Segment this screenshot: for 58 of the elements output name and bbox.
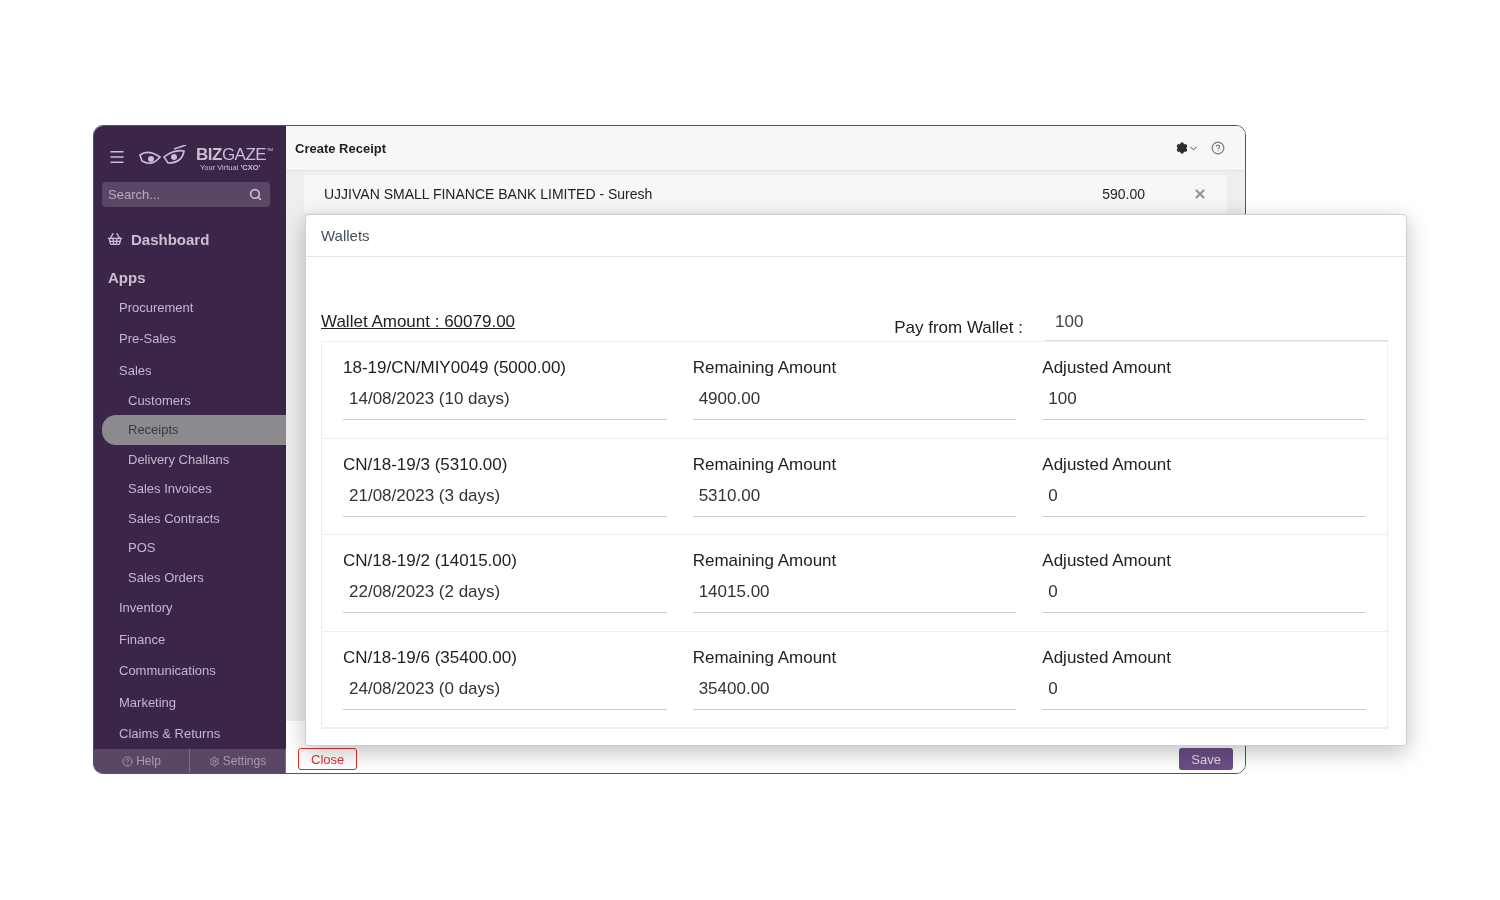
settings-icon[interactable] xyxy=(1176,142,1188,154)
nav-subitem[interactable]: POS xyxy=(94,533,286,563)
field-label: Remaining Amount xyxy=(692,357,838,379)
field-label: Adjusted Amount xyxy=(1042,453,1172,476)
credit-note-ref: 18-19/CN/MIY0049 (5000.00) xyxy=(343,357,568,379)
nav-item[interactable]: Procurement xyxy=(94,291,286,323)
customer-name: UJJIVAN SMALL FINANCE BANK LIMITED - Suresh xyxy=(324,186,653,202)
help-icon xyxy=(122,755,134,767)
nav-item[interactable]: Claims & Returns xyxy=(94,717,286,750)
nav-item[interactable]: Finance xyxy=(94,623,286,655)
date-field[interactable]: 14/08/2023 (10 days) xyxy=(343,386,667,420)
date-field[interactable]: 24/08/2023 (0 days) xyxy=(343,675,667,710)
nav-item[interactable]: Inventory xyxy=(94,592,286,624)
help-icon[interactable] xyxy=(1211,141,1225,155)
date-field[interactable]: 21/08/2023 (3 days) xyxy=(343,482,667,517)
nav-item[interactable]: Pre-Sales xyxy=(94,322,286,355)
credit-note-ref: CN/18-19/2 (14015.00) xyxy=(343,550,518,572)
date-field[interactable]: 22/08/2023 (2 days) xyxy=(343,579,667,613)
nav-subitem[interactable]: Sales Orders xyxy=(94,562,286,592)
window-title: Create Receipt xyxy=(295,140,387,156)
nav-subitem[interactable]: Sales Invoices xyxy=(94,474,286,504)
remaining-amount-field[interactable]: 4900.00 xyxy=(692,386,1017,420)
adjusted-amount-field[interactable]: 100 xyxy=(1042,386,1366,420)
nav-subitem[interactable]: Customers xyxy=(94,385,286,416)
search-box[interactable]: Search... xyxy=(102,181,270,207)
pay-from-wallet-label: Pay from Wallet : xyxy=(894,318,1023,338)
search-icon[interactable] xyxy=(249,187,262,201)
remaining-amount-field[interactable]: 14015.00 xyxy=(692,579,1017,613)
field-label: Remaining Amount xyxy=(692,646,838,669)
save-button[interactable]: Save xyxy=(1179,748,1233,770)
field-label: Adjusted Amount xyxy=(1042,357,1172,379)
remaining-amount-field[interactable]: 35400.00 xyxy=(692,675,1017,710)
field-label: Adjusted Amount xyxy=(1042,550,1172,572)
customer-amount: 590.00 xyxy=(1102,186,1145,202)
credit-note-ref: CN/18-19/6 (35400.00) xyxy=(343,646,518,669)
gear-icon xyxy=(208,755,220,767)
close-icon[interactable] xyxy=(1193,187,1207,201)
close-button[interactable]: Close xyxy=(298,748,358,770)
credit-note-ref: CN/18-19/3 (5310.00) xyxy=(343,453,509,476)
nav-subitem[interactable]: Delivery Challans xyxy=(94,444,286,475)
nav-item[interactable]: Marketing xyxy=(94,686,286,718)
nav-item[interactable]: Dashboard xyxy=(131,230,210,248)
nav-subitem[interactable]: Sales Contracts xyxy=(94,503,286,534)
field-label: Adjusted Amount xyxy=(1042,646,1172,669)
adjusted-amount-field[interactable]: 0 xyxy=(1042,579,1366,613)
remaining-amount-field[interactable]: 5310.00 xyxy=(692,482,1017,517)
dialog-title: Wallets xyxy=(321,227,370,244)
wallet-amount-link[interactable]: Wallet Amount : 60079.00 xyxy=(321,312,516,332)
basket-icon xyxy=(107,231,123,247)
section-heading: Apps xyxy=(108,268,147,286)
nav-item[interactable]: Sales xyxy=(94,354,286,386)
field-label: Remaining Amount xyxy=(692,453,838,476)
search-field[interactable]: Search... xyxy=(106,185,236,203)
adjusted-amount-field[interactable]: 0 xyxy=(1042,482,1366,517)
field-label: Remaining Amount xyxy=(692,550,838,572)
adjusted-amount-field[interactable]: 0 xyxy=(1042,675,1366,710)
nav-item[interactable]: Communications xyxy=(94,654,286,687)
brand-name: BIZGAZE$^{™}$ xyxy=(196,143,273,163)
